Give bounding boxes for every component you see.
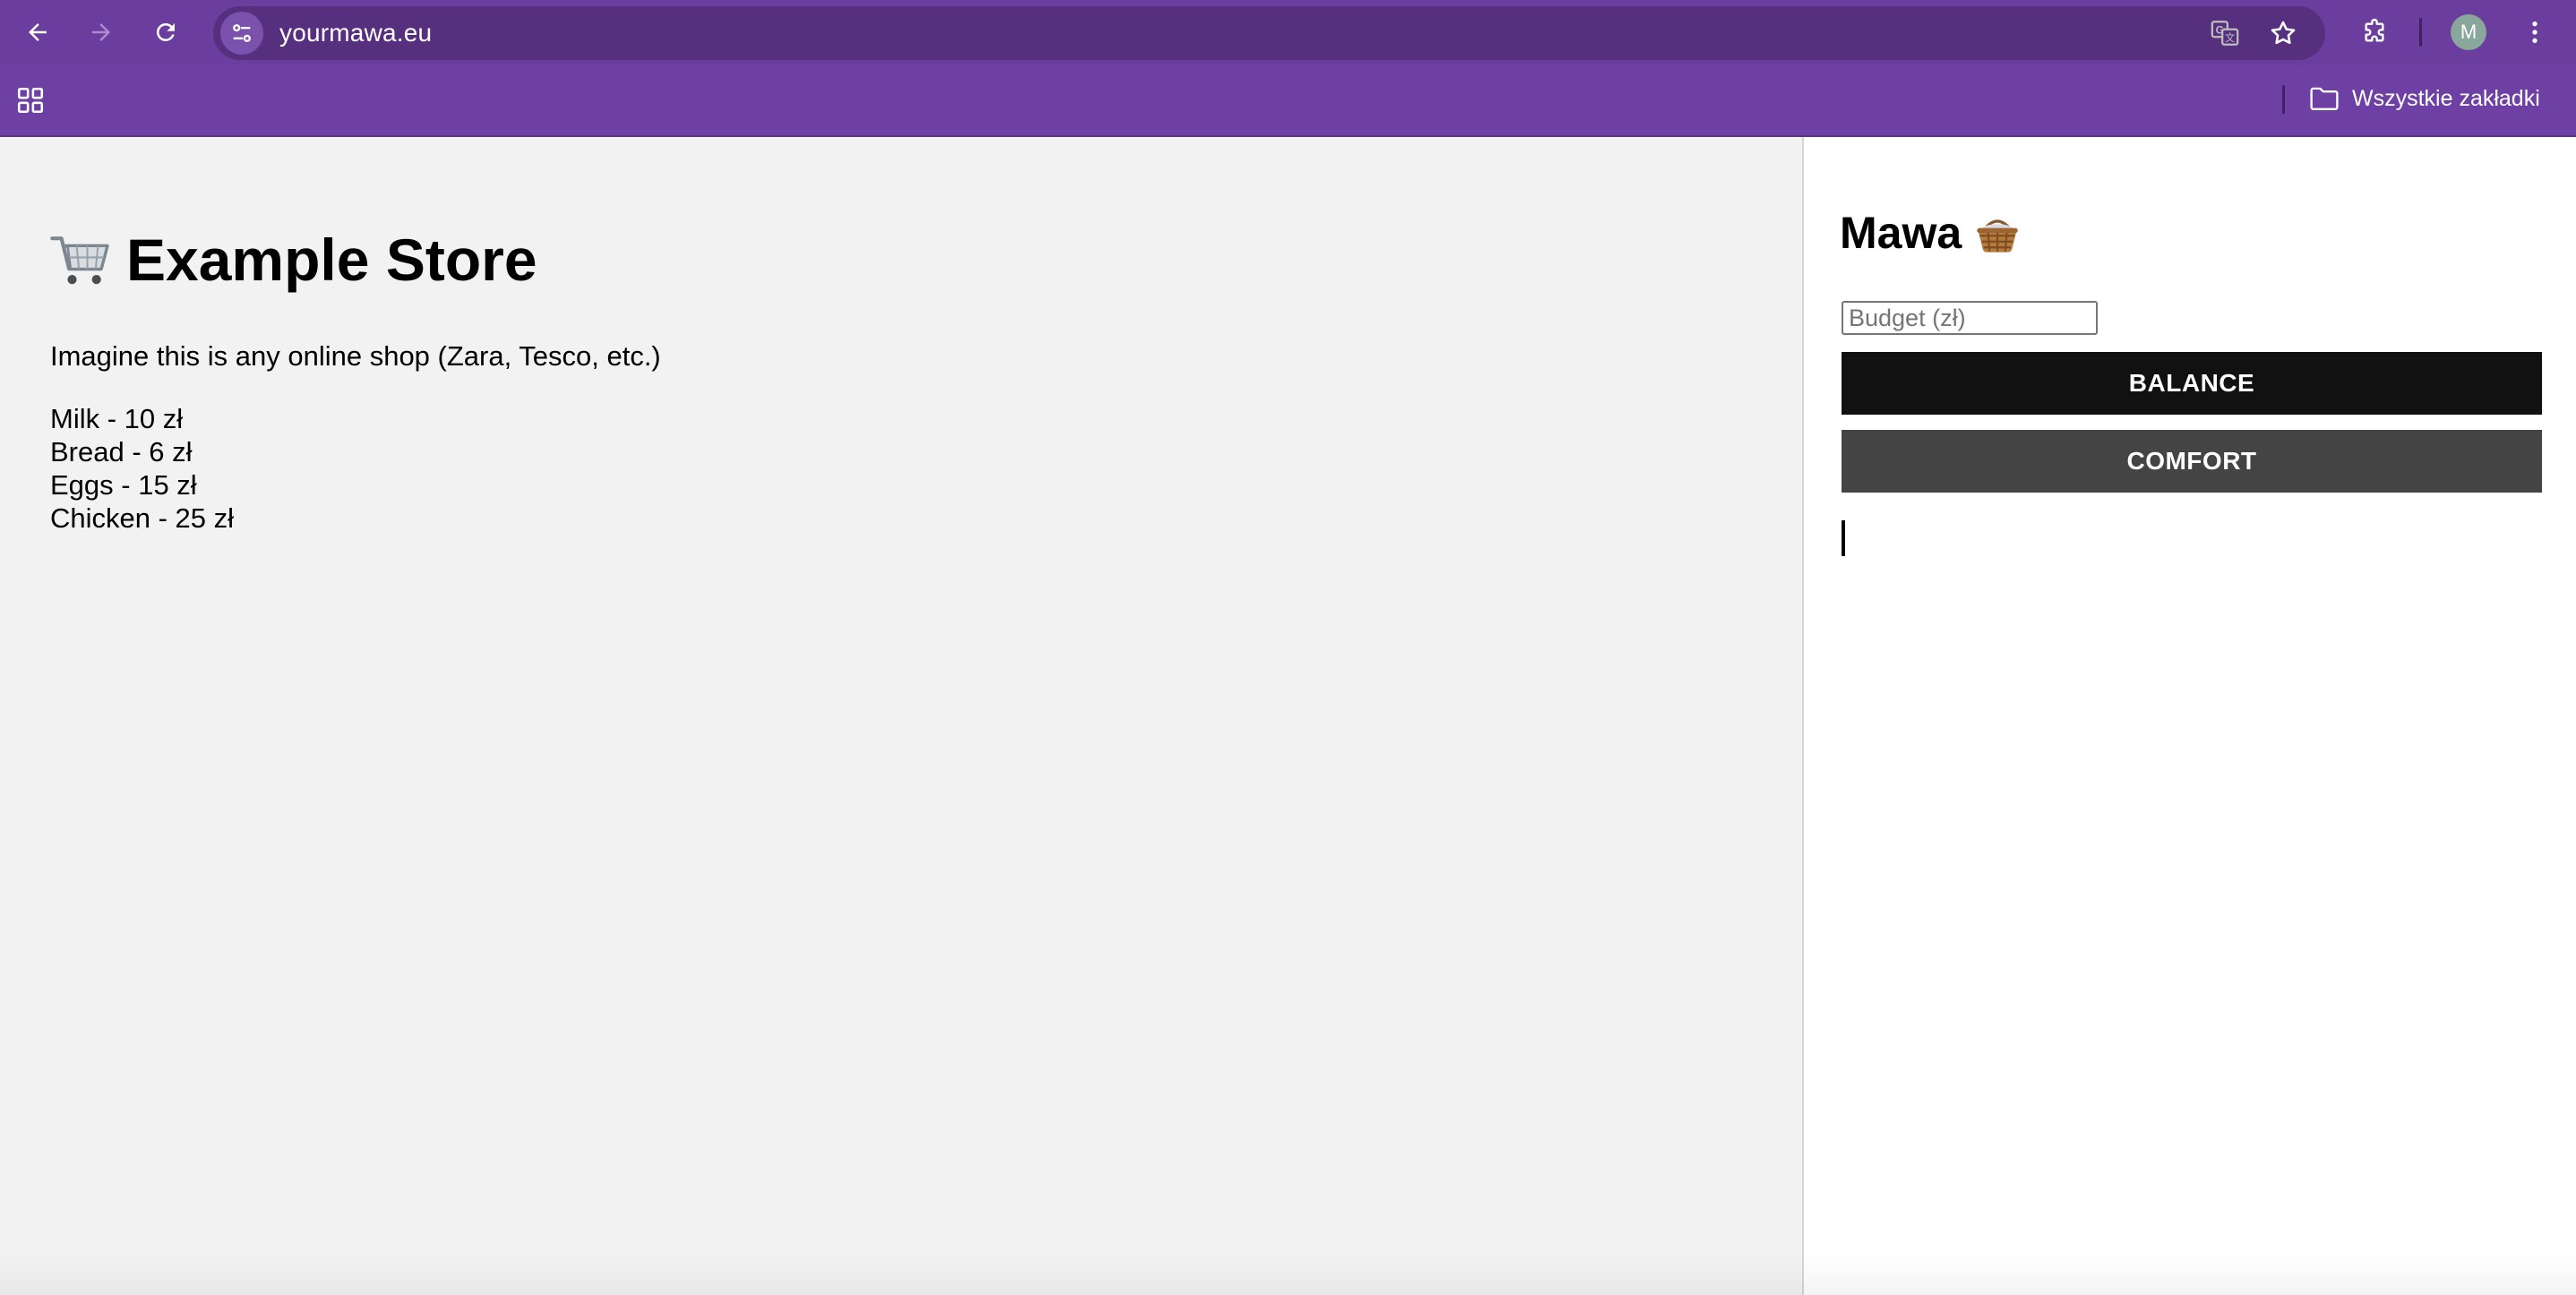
svg-text:文: 文 [2225, 31, 2235, 44]
site-info-button[interactable] [220, 12, 263, 55]
toolbar-separator [2419, 18, 2422, 47]
store-page [0, 137, 1802, 1295]
kebab-menu-icon [2532, 21, 2537, 43]
mawa-title: Mawa [1840, 207, 2021, 259]
profile-avatar[interactable]: M [2451, 14, 2486, 50]
back-arrow-icon [29, 23, 47, 41]
forward-arrow-icon [92, 23, 110, 41]
forward-button[interactable] [82, 13, 121, 52]
store-title: Example Store [49, 226, 537, 294]
bookmark-star-button[interactable] [2267, 17, 2299, 49]
extensions-icon [2365, 18, 2384, 42]
folder-icon [2310, 87, 2339, 110]
store-description: Imagine this is any online shop (Zara, T… [50, 340, 661, 372]
mawa-panel: Mawa BALANCE COMFORT [1802, 137, 2576, 1295]
product-item-chicken: Chicken - 25 zł [50, 502, 235, 534]
apps-button[interactable] [13, 82, 48, 118]
translate-button[interactable]: G 文 [2209, 17, 2241, 49]
bookmarks-separator [2282, 85, 2285, 114]
back-button[interactable] [18, 13, 57, 52]
translate-icon: G 文 [2211, 21, 2239, 46]
product-item-eggs: Eggs - 15 zł [50, 469, 197, 501]
reload-icon [156, 22, 175, 41]
all-bookmarks-folder[interactable]: Wszystkie zakładki [2309, 80, 2540, 117]
result-text-cursor [1842, 520, 1845, 556]
extensions-button[interactable] [2355, 13, 2394, 52]
store-title-text: Example Store [126, 227, 537, 293]
site-info-icon [233, 24, 251, 42]
bookmarks-bar: Wszystkie zakładki [0, 65, 2576, 136]
apps-grid-icon [17, 87, 44, 114]
browser-menu-button[interactable] [2515, 13, 2555, 52]
bottom-shadow [0, 1250, 2576, 1295]
address-bar[interactable]: yourmawa.eu G 文 [213, 6, 2325, 60]
shopping-cart-icon [49, 229, 110, 290]
reload-button[interactable] [146, 13, 185, 52]
browser-toolbar: yourmawa.eu G 文 M [0, 0, 2576, 65]
product-item-milk: Milk - 10 zł [50, 403, 184, 434]
star-icon [2271, 21, 2296, 45]
url-text[interactable]: yourmawa.eu [279, 6, 432, 60]
basket-icon [1974, 210, 2021, 255]
mawa-title-text: Mawa [1840, 208, 1962, 258]
product-item-bread: Bread - 6 zł [50, 436, 193, 467]
balance-button[interactable]: BALANCE [1842, 352, 2542, 415]
product-list: Milk - 10 zł Bread - 6 zł Eggs - 15 zł C… [50, 402, 234, 535]
budget-input[interactable] [1842, 301, 2098, 335]
all-bookmarks-label: Wszystkie zakładki [2352, 85, 2540, 111]
comfort-button[interactable]: COMFORT [1842, 430, 2542, 493]
